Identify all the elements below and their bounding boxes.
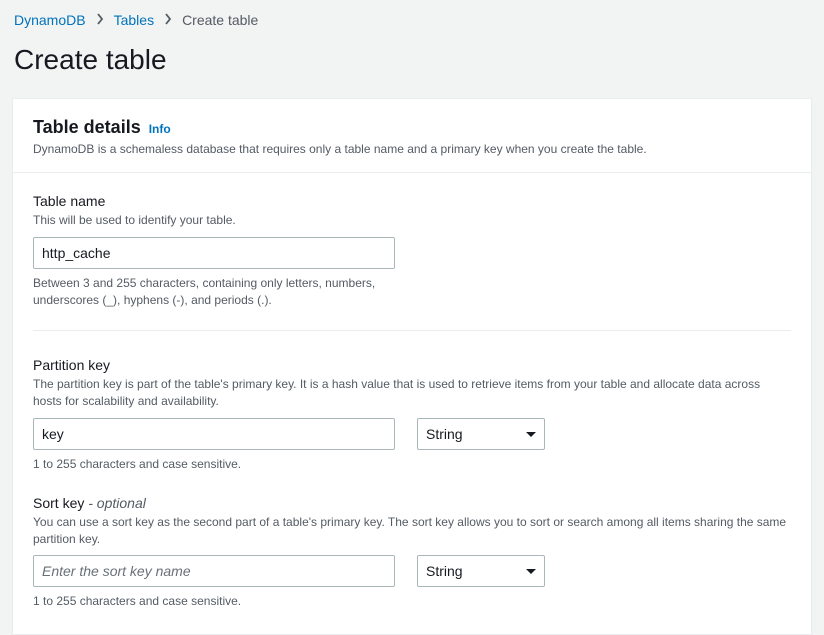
- table-details-panel: Table details Info DynamoDB is a schemal…: [12, 98, 812, 635]
- partition-key-type-value: String: [417, 418, 545, 450]
- table-name-constraint: Between 3 and 255 characters, containing…: [33, 275, 395, 309]
- table-name-label: Table name: [33, 193, 791, 209]
- panel-title: Table details: [33, 117, 141, 138]
- breadcrumb-tables[interactable]: Tables: [114, 12, 154, 28]
- page-title: Create table: [0, 34, 824, 98]
- breadcrumb: DynamoDB Tables Create table: [0, 0, 824, 34]
- table-name-group: Table name This will be used to identify…: [33, 193, 791, 331]
- partition-key-constraint: 1 to 255 characters and case sensitive.: [33, 456, 395, 473]
- sort-key-constraint: 1 to 255 characters and case sensitive.: [33, 593, 395, 610]
- sort-key-optional: - optional: [84, 495, 145, 511]
- sort-key-label-text: Sort key: [33, 495, 84, 511]
- chevron-right-icon: [164, 12, 172, 28]
- table-name-hint: This will be used to identify your table…: [33, 212, 791, 229]
- sort-key-hint: You can use a sort key as the second par…: [33, 514, 791, 548]
- partition-key-type-select[interactable]: String: [417, 418, 545, 450]
- partition-key-label: Partition key: [33, 357, 791, 373]
- table-name-input[interactable]: [33, 237, 395, 269]
- sort-key-input[interactable]: [33, 555, 395, 587]
- sort-key-label: Sort key - optional: [33, 495, 791, 511]
- sort-key-type-value: String: [417, 555, 545, 587]
- partition-key-hint: The partition key is part of the table's…: [33, 376, 791, 410]
- partition-key-input[interactable]: [33, 418, 395, 450]
- panel-description: DynamoDB is a schemaless database that r…: [33, 142, 791, 156]
- partition-key-group: Partition key The partition key is part …: [33, 357, 791, 494]
- breadcrumb-current: Create table: [182, 12, 258, 28]
- sort-key-type-select[interactable]: String: [417, 555, 545, 587]
- info-link[interactable]: Info: [149, 122, 171, 136]
- sort-key-group: Sort key - optional You can use a sort k…: [33, 495, 791, 610]
- breadcrumb-root[interactable]: DynamoDB: [14, 12, 86, 28]
- chevron-right-icon: [96, 12, 104, 28]
- panel-header: Table details Info DynamoDB is a schemal…: [13, 99, 811, 173]
